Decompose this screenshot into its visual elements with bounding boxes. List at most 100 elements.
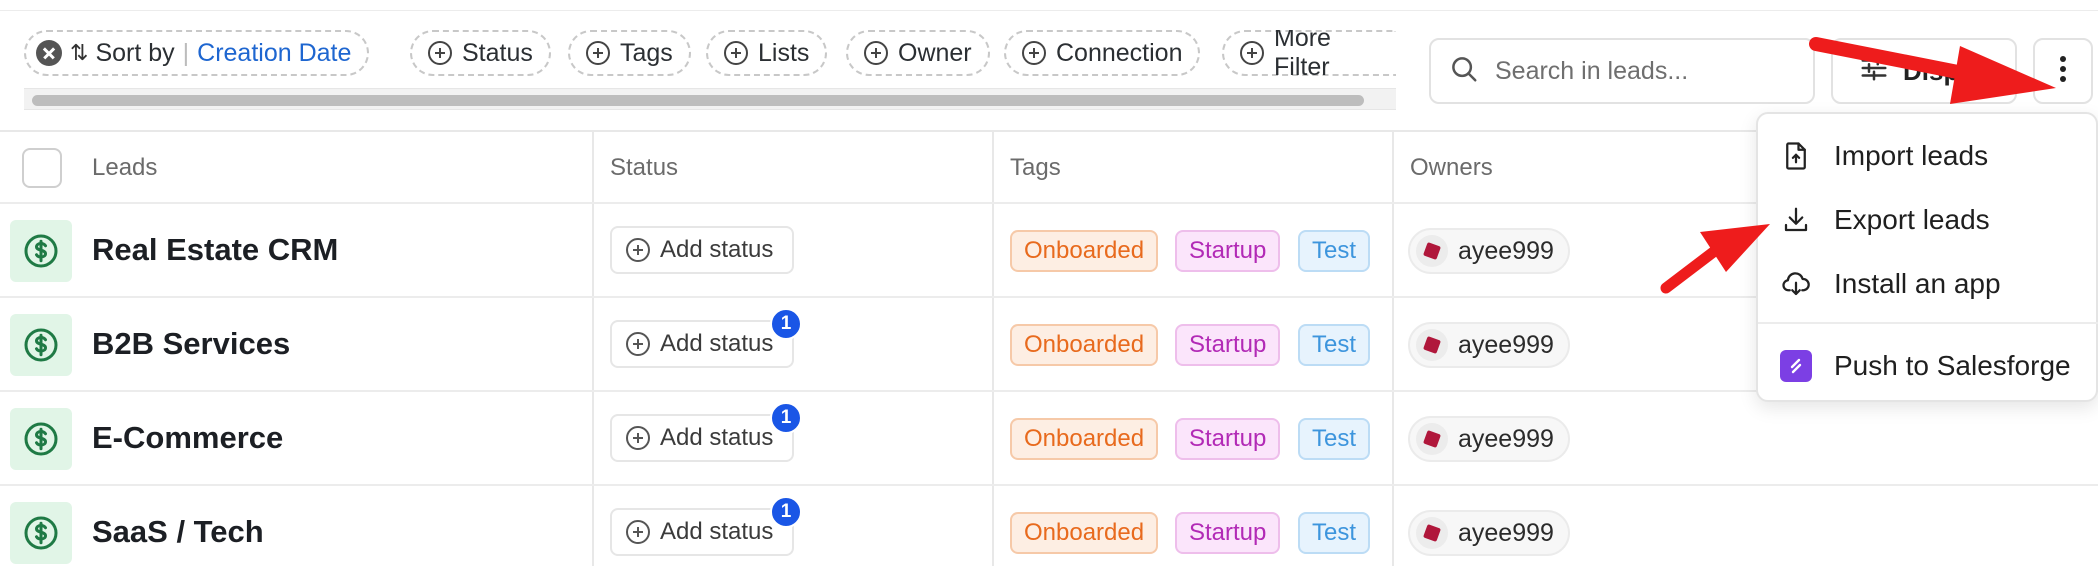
owner-name: ayee999 bbox=[1458, 518, 1554, 547]
notification-badge: 1 bbox=[770, 308, 802, 340]
salesforge-logo-icon bbox=[1780, 350, 1812, 382]
add-status-button[interactable]: Add status bbox=[610, 320, 794, 368]
header-leads[interactable]: Leads bbox=[92, 154, 157, 182]
tag-startup[interactable]: Startup bbox=[1175, 324, 1281, 366]
dollar-circle-icon bbox=[10, 314, 72, 376]
filter-chip-label: Owner bbox=[898, 38, 972, 67]
plus-circle-icon bbox=[1240, 41, 1264, 65]
sort-value: Creation Date bbox=[197, 38, 352, 67]
tag-startup[interactable]: Startup bbox=[1175, 418, 1281, 460]
display-button-label: Display bbox=[1903, 55, 1996, 86]
owner-name: ayee999 bbox=[1458, 236, 1554, 265]
select-all-checkbox[interactable] bbox=[22, 148, 62, 188]
filter-chip-label: Connection bbox=[1056, 38, 1183, 67]
notification-badge: 1 bbox=[770, 402, 802, 434]
tag-test[interactable]: Test bbox=[1298, 512, 1371, 554]
download-icon bbox=[1780, 204, 1812, 236]
clear-sort-icon[interactable] bbox=[36, 40, 62, 66]
sort-order-icon: ⇅ bbox=[70, 40, 88, 65]
plus-circle-icon bbox=[428, 41, 452, 65]
search-input[interactable] bbox=[1495, 56, 1795, 86]
sort-label: Sort by bbox=[95, 38, 175, 67]
menu-item-import-leads[interactable]: Import leads bbox=[1758, 126, 2098, 186]
plus-circle-icon bbox=[626, 520, 650, 544]
plus-circle-icon bbox=[864, 41, 888, 65]
filter-chip-label: Status bbox=[462, 38, 533, 67]
owner-name: ayee999 bbox=[1458, 330, 1554, 359]
plus-circle-icon bbox=[626, 238, 650, 262]
table-row[interactable]: E-Commerce Add status 1 Onboarded Startu… bbox=[0, 392, 2098, 486]
cloud-download-icon bbox=[1780, 268, 1812, 300]
header-status[interactable]: Status bbox=[610, 154, 678, 182]
filter-chip-label: Lists bbox=[758, 38, 810, 67]
dollar-circle-icon bbox=[10, 502, 72, 564]
add-status-label: Add status bbox=[660, 424, 774, 451]
tag-startup[interactable]: Startup bbox=[1175, 230, 1281, 272]
add-status-button[interactable]: Add status bbox=[610, 414, 794, 462]
kebab-menu-icon bbox=[2058, 54, 2068, 89]
owner-chip[interactable]: ayee999 bbox=[1408, 510, 1570, 556]
table-row[interactable]: SaaS / Tech Add status 1 Onboarded Start… bbox=[0, 486, 2098, 566]
notification-badge: 1 bbox=[770, 496, 802, 528]
avatar bbox=[1416, 517, 1448, 549]
plus-circle-icon bbox=[1022, 41, 1046, 65]
dollar-circle-icon bbox=[10, 220, 72, 282]
filter-chip-lists[interactable]: Lists bbox=[706, 30, 828, 76]
header-tags[interactable]: Tags bbox=[1010, 154, 1061, 182]
add-status-label: Add status bbox=[660, 236, 774, 263]
search-box[interactable] bbox=[1429, 38, 1815, 104]
tag-test[interactable]: Test bbox=[1298, 230, 1371, 272]
filter-chip-tags[interactable]: Tags bbox=[568, 30, 691, 76]
plus-circle-icon bbox=[626, 332, 650, 356]
avatar bbox=[1416, 423, 1448, 455]
filter-chip-more[interactable]: More Filter bbox=[1222, 30, 1396, 81]
filter-chip-label: More Filter bbox=[1274, 30, 1331, 81]
more-options-menu: Import leads Export leads Install an app… bbox=[1756, 112, 2098, 402]
menu-item-install-app[interactable]: Install an app bbox=[1758, 254, 2098, 314]
tag-test[interactable]: Test bbox=[1298, 418, 1371, 460]
filter-bar: ⇅ Sort by | Creation Date Status Tags Li… bbox=[24, 30, 1396, 120]
add-status-label: Add status bbox=[660, 518, 774, 545]
menu-item-label: Import leads bbox=[1834, 140, 1989, 171]
owner-name: ayee999 bbox=[1458, 424, 1554, 453]
menu-item-export-leads[interactable]: Export leads bbox=[1758, 190, 2098, 250]
file-upload-icon bbox=[1780, 140, 1812, 172]
plus-circle-icon bbox=[724, 41, 748, 65]
tag-startup[interactable]: Startup bbox=[1175, 512, 1281, 554]
filter-chip-owner[interactable]: Owner bbox=[846, 30, 990, 76]
sort-separator: | bbox=[182, 38, 190, 67]
search-icon bbox=[1449, 54, 1479, 89]
tag-test[interactable]: Test bbox=[1298, 324, 1371, 366]
lead-name[interactable]: B2B Services bbox=[92, 326, 290, 362]
plus-circle-icon bbox=[586, 41, 610, 65]
tag-onboarded[interactable]: Onboarded bbox=[1010, 512, 1159, 554]
owner-chip[interactable]: ayee999 bbox=[1408, 416, 1570, 462]
tag-onboarded[interactable]: Onboarded bbox=[1010, 324, 1159, 366]
add-status-button[interactable]: Add status bbox=[610, 226, 794, 274]
filter-chip-connection[interactable]: Connection bbox=[1004, 30, 1201, 76]
owner-chip[interactable]: ayee999 bbox=[1408, 228, 1570, 274]
menu-item-label: Export leads bbox=[1834, 204, 1990, 235]
filter-chip-status[interactable]: Status bbox=[410, 30, 551, 76]
top-divider bbox=[0, 10, 2098, 11]
lead-name[interactable]: E-Commerce bbox=[92, 420, 283, 456]
filter-scrollbar[interactable] bbox=[24, 88, 1396, 110]
display-button[interactable]: Display bbox=[1831, 38, 2017, 104]
filter-scrollbar-thumb[interactable] bbox=[32, 95, 1364, 106]
avatar bbox=[1416, 329, 1448, 361]
menu-divider bbox=[1758, 322, 2098, 324]
lead-name[interactable]: SaaS / Tech bbox=[92, 514, 264, 550]
add-status-button[interactable]: Add status bbox=[610, 508, 794, 556]
lead-name[interactable]: Real Estate CRM bbox=[92, 232, 338, 268]
more-options-button[interactable] bbox=[2033, 38, 2093, 104]
plus-circle-icon bbox=[626, 426, 650, 450]
menu-item-push-to-salesforge[interactable]: Push to Salesforge bbox=[1758, 336, 2098, 396]
avatar bbox=[1416, 235, 1448, 267]
filter-chip-label: Tags bbox=[620, 38, 673, 67]
tag-onboarded[interactable]: Onboarded bbox=[1010, 418, 1159, 460]
sort-chip[interactable]: ⇅ Sort by | Creation Date bbox=[24, 30, 370, 76]
add-status-label: Add status bbox=[660, 330, 774, 357]
owner-chip[interactable]: ayee999 bbox=[1408, 322, 1570, 368]
header-owners[interactable]: Owners bbox=[1410, 154, 1493, 182]
tag-onboarded[interactable]: Onboarded bbox=[1010, 230, 1159, 272]
